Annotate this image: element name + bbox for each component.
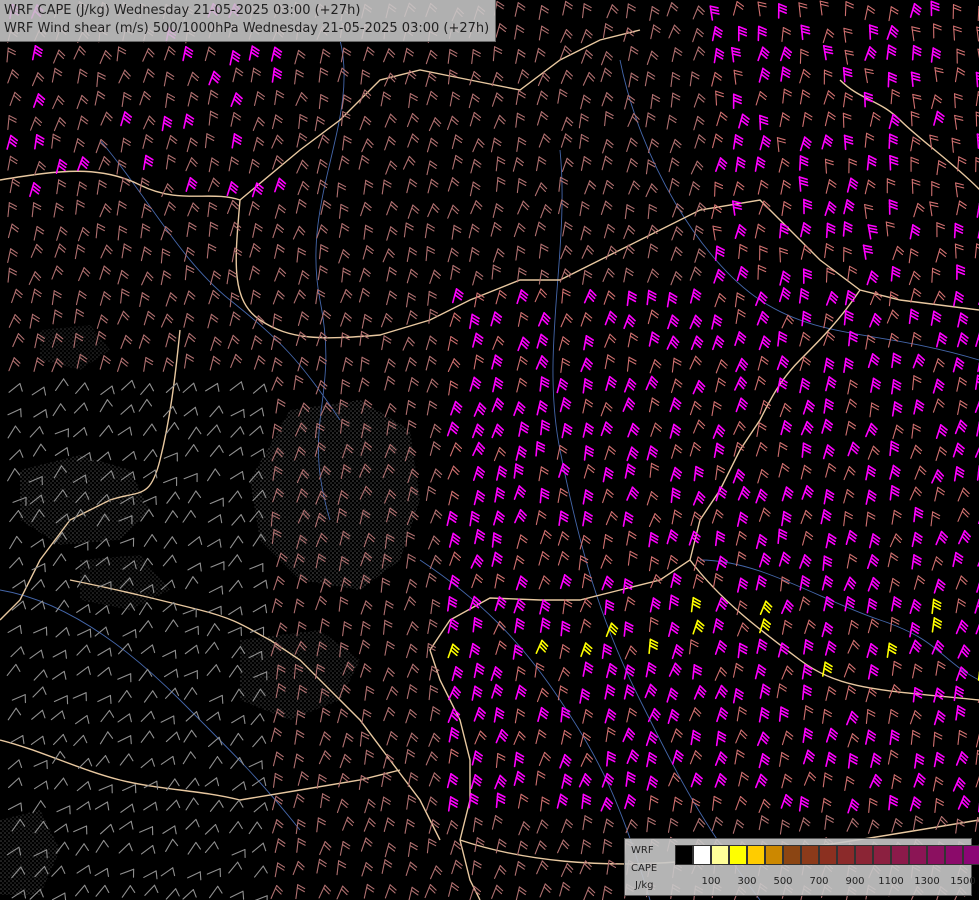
- legend-tick: 300: [737, 876, 757, 887]
- title-cape: WRF CAPE (J/kg) Wednesday 21-05-2025 03:…: [4, 3, 361, 18]
- legend-swatch: [891, 845, 909, 865]
- legend-swatch: [675, 845, 693, 865]
- legend-color-scale: [675, 845, 979, 865]
- legend-unit-label: J/kg: [635, 880, 654, 891]
- legend-swatch: [963, 845, 979, 865]
- legend-swatch: [873, 845, 891, 865]
- legend-swatch: [819, 845, 837, 865]
- legend-swatch: [765, 845, 783, 865]
- cape-legend: WRF CAPE J/kg 100 300 500 700 900 1100 1300 150…: [624, 838, 979, 896]
- map-title-box: WRF CAPE (J/kg) Wednesday 21-05-2025 03:…: [0, 0, 497, 42]
- legend-tick: 500: [773, 876, 793, 887]
- legend-swatch: [693, 845, 711, 865]
- weather-map: [0, 0, 979, 900]
- legend-swatch: [747, 845, 765, 865]
- legend-swatch: [837, 845, 855, 865]
- legend-model-label: WRF: [631, 845, 654, 856]
- legend-tick: 100: [701, 876, 721, 887]
- legend-swatch: [945, 845, 963, 865]
- legend-swatch: [927, 845, 945, 865]
- legend-field-label: CAPE: [631, 863, 658, 874]
- legend-tick: 1500: [950, 876, 976, 887]
- legend-tick: 1300: [914, 876, 940, 887]
- legend-swatch: [855, 845, 873, 865]
- legend-swatch: [711, 845, 729, 865]
- legend-swatch: [801, 845, 819, 865]
- legend-tick: 900: [845, 876, 865, 887]
- legend-tick: 1100: [878, 876, 904, 887]
- legend-swatch: [783, 845, 801, 865]
- title-wind-shear: WRF Wind shear (m/s) 500/1000hPa Wednesd…: [4, 21, 490, 36]
- legend-tick: 700: [809, 876, 829, 887]
- legend-swatch: [909, 845, 927, 865]
- legend-swatch: [729, 845, 747, 865]
- legend-tick-labels: 100 300 500 700 900 1100 1300 1500: [675, 876, 975, 890]
